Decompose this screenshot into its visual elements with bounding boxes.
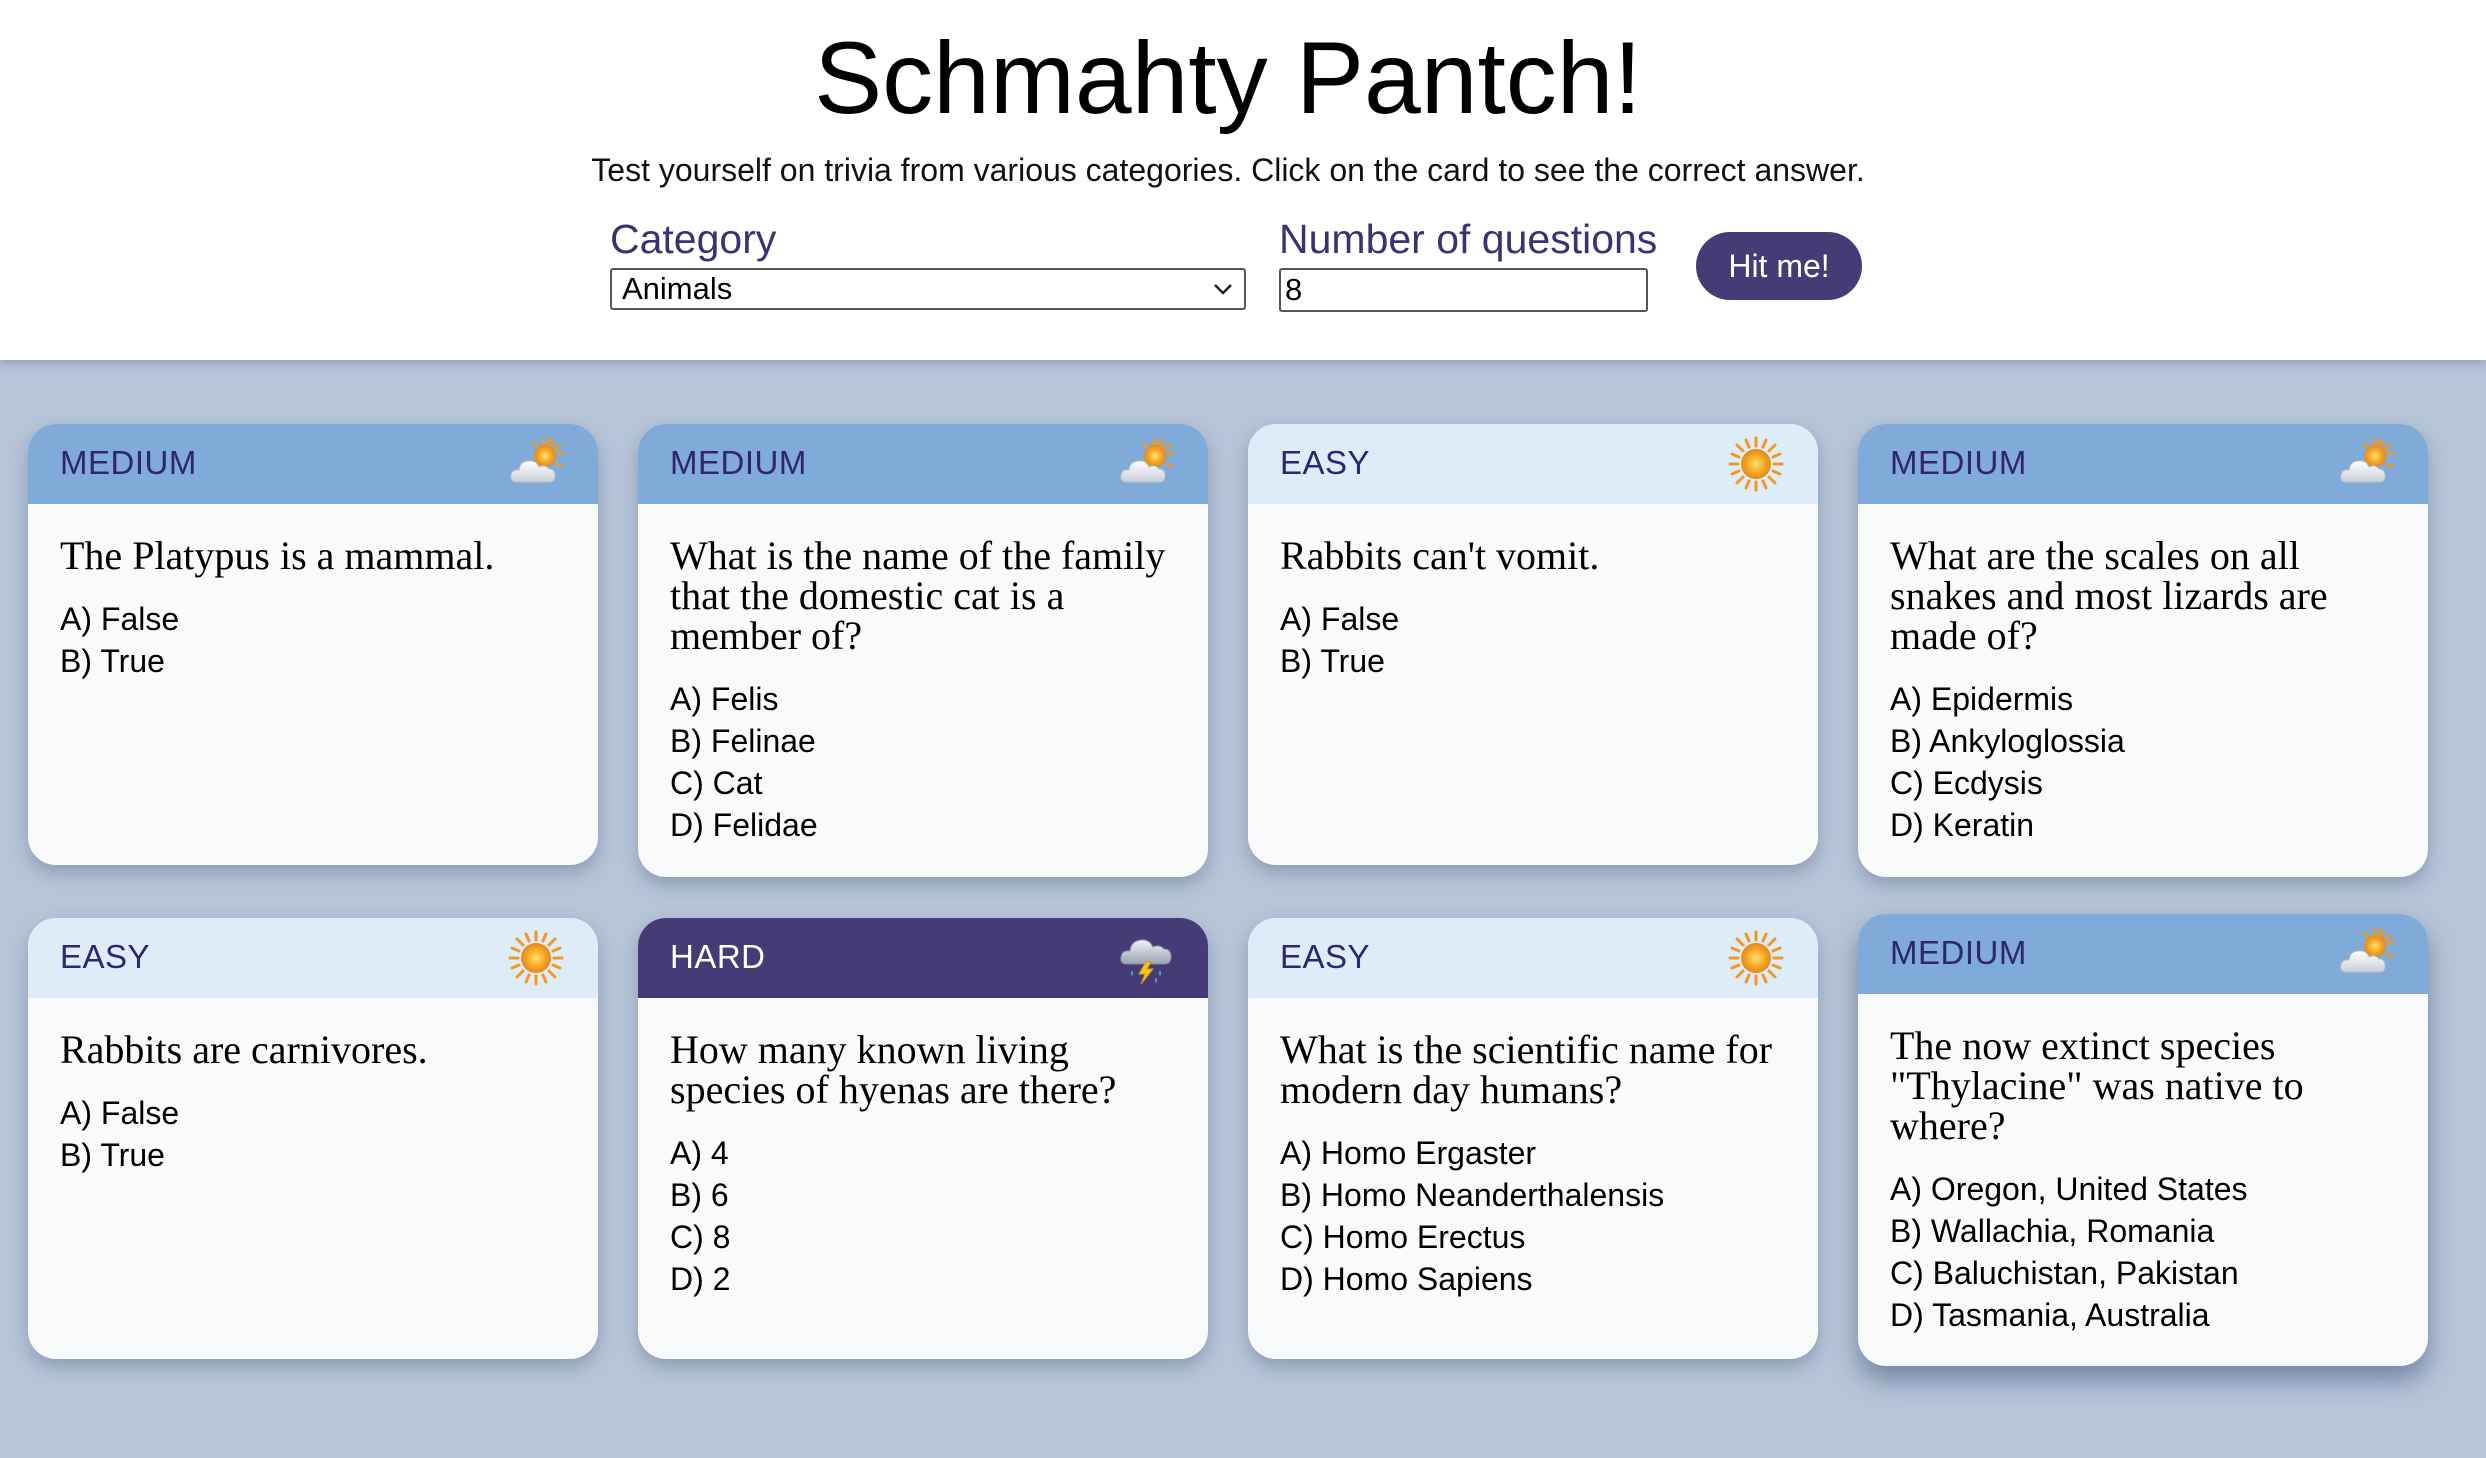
answer-list: A) False B) True [1248,576,1818,682]
question-text: What are the scales on all snakes and mo… [1890,533,2328,658]
answer-option: C) 8 [670,1219,731,1255]
question-text: The now extinct species "Thylacine" was … [1890,1023,2304,1148]
answer-list: A) Epidermis B) Ankyloglossia C) Ecdysis… [1858,656,2428,846]
answer-option: A) Homo Ergaster [1280,1135,1537,1171]
category-select-value: Animals [622,271,733,306]
answer-list: A) False B) True [28,576,598,682]
difficulty-label: MEDIUM [1890,444,2027,481]
answer-option: B) Homo Neanderthalensis [1280,1177,1665,1213]
card-header: MEDIUM [28,424,598,504]
answer-option: D) Homo Sapiens [1280,1261,1533,1297]
answer-option: B) True [60,643,165,679]
answer-option: A) Epidermis [1890,681,2074,717]
answer-option: C) Baluchistan, Pakistan [1890,1255,2239,1291]
chevron-down-icon [1214,284,1232,295]
answer-option: B) Felinae [670,723,816,759]
storm-cloud-icon [1118,930,1174,986]
sun-behind-cloud-icon [1118,436,1174,492]
question-text: Rabbits can't vomit. [1280,533,1600,578]
sun-icon [1728,436,1784,492]
number-of-questions-input[interactable]: 8 [1279,268,1648,312]
answer-option: A) False [60,1095,180,1131]
answer-option: D) Tasmania, Australia [1890,1297,2210,1333]
trivia-card[interactable]: EASY Rabbits can't vomit. A) False B) Tr… [1248,424,1818,865]
trivia-card[interactable]: MEDIUM What is the name of the family th… [638,424,1208,877]
difficulty-label: MEDIUM [670,444,807,481]
question-text: Rabbits are carnivores. [60,1027,428,1072]
answer-option: D) Keratin [1890,807,2035,843]
trivia-card[interactable]: EASY What is the scientific name for mod… [1248,918,1818,1359]
category-select[interactable]: Animals [610,268,1246,310]
trivia-card[interactable]: MEDIUM The Platypus is a mammal. A) Fals… [28,424,598,865]
card-header: MEDIUM [638,424,1208,504]
sun-icon [1728,930,1784,986]
answer-list: A) Homo Ergaster B) Homo Neanderthalensi… [1248,1110,1818,1300]
answer-option: A) Felis [670,681,779,717]
difficulty-label: MEDIUM [1890,934,2027,971]
answer-option: C) Ecdysis [1890,765,2043,801]
category-label: Category [610,216,777,262]
question-text: The Platypus is a mammal. [60,533,495,578]
answer-option: B) Wallachia, Romania [1890,1213,2215,1249]
difficulty-label: EASY [60,938,151,975]
answer-list: A) 4 B) 6 C) 8 D) 2 [638,1110,1208,1300]
answer-option: D) 2 [670,1261,731,1297]
app-header: Schmahty Pantch! Test yourself on trivia… [0,0,2486,360]
question-text: What is the name of the family that the … [670,533,1166,658]
difficulty-label: EASY [1280,444,1371,481]
difficulty-label: HARD [670,938,766,975]
answer-option: B) 6 [670,1177,729,1213]
answer-option: C) Cat [670,765,763,801]
card-header: EASY [28,918,598,998]
answer-option: A) False [60,601,180,637]
trivia-card[interactable]: EASY Rabbits are carnivores. A) False B)… [28,918,598,1359]
number-of-questions-label: Number of questions [1279,216,1658,262]
answer-option: A) Oregon, United States [1890,1171,2248,1207]
answer-option: C) Homo Erectus [1280,1219,1526,1255]
sun-behind-cloud-icon [2338,926,2394,982]
answer-option: B) Ankyloglossia [1890,723,2125,759]
question-text: What is the scientific name for modern d… [1280,1027,1773,1112]
answer-option: A) False [1280,601,1400,637]
answer-list: A) Felis B) Felinae C) Cat D) Felidae [638,656,1208,846]
sun-icon [508,930,564,986]
sun-behind-cloud-icon [508,436,564,492]
card-header: EASY [1248,918,1818,998]
hit-me-button[interactable]: Hit me! [1696,232,1862,300]
difficulty-label: EASY [1280,938,1371,975]
difficulty-label: MEDIUM [60,444,197,481]
card-header: EASY [1248,424,1818,504]
page-subtitle: Test yourself on trivia from various cat… [591,152,1865,188]
sun-behind-cloud-icon [2338,436,2394,492]
card-header: MEDIUM [1858,424,2428,504]
trivia-card[interactable]: HARD How many known living species of hy… [638,918,1208,1359]
trivia-card[interactable]: MEDIUM The now extinct species "Thylacin… [1858,914,2428,1366]
answer-option: D) Felidae [670,807,818,843]
card-header: MEDIUM [1858,914,2428,994]
answer-option: B) True [1280,643,1385,679]
answer-option: A) 4 [670,1135,729,1171]
answer-option: B) True [60,1137,165,1173]
answer-list: A) False B) True [28,1070,598,1176]
answer-list: A) Oregon, United States B) Wallachia, R… [1858,1146,2428,1336]
question-text: How many known living species of hyenas … [670,1027,1117,1112]
page-title: Schmahty Pantch! [814,21,1642,135]
trivia-card[interactable]: MEDIUM What are the scales on all snakes… [1858,424,2428,877]
card-header: HARD [638,918,1208,998]
